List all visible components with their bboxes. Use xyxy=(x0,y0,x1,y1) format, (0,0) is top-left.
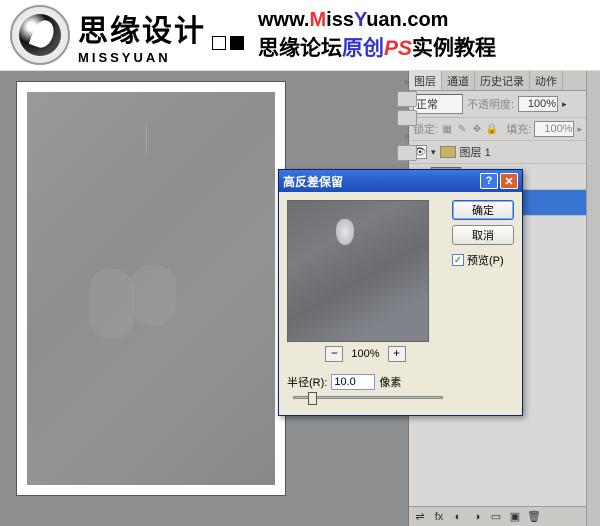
adjustment-icon[interactable]: ◑ xyxy=(470,510,484,524)
radius-input[interactable] xyxy=(331,374,375,390)
tagline-ps: PS xyxy=(384,37,412,60)
square-filled-icon xyxy=(230,36,244,50)
logo-cn: 思缘设计 xyxy=(78,6,206,50)
trash-icon[interactable]: 🗑 xyxy=(527,510,541,524)
zoom-value: 100% xyxy=(351,348,379,360)
url-mid2: uan xyxy=(366,9,402,31)
url-m: M xyxy=(309,9,326,31)
zoom-out-button[interactable]: − xyxy=(325,346,343,362)
preview-check-label: 预览(P) xyxy=(467,252,504,268)
preview-check-row: ✓ 预览(P) xyxy=(452,252,514,268)
highpass-dialog: 高反差保留 ? ✕ − 100% + 半径(R): 像素 xyxy=(278,169,523,416)
folder-icon xyxy=(440,146,456,158)
zoom-row: − 100% + xyxy=(287,342,444,370)
fill-label: 填充: xyxy=(506,121,531,137)
site-url: www.MissYuan.com xyxy=(258,9,496,32)
zoom-in-button[interactable]: + xyxy=(388,346,406,362)
lock-move-icon[interactable]: ✥ xyxy=(471,123,483,135)
photoshop-workspace: » » 图层 通道 历史记录 动作 正常 不透明度: 100% ▸ 锁定: ▦ … xyxy=(0,71,600,526)
layer-bottom-toolbar: ⇌ fx ◐ ◑ ▭ ▣ 🗑 xyxy=(409,506,586,526)
preview-checkbox[interactable]: ✓ xyxy=(452,254,464,266)
logo-en: MISSYUAN xyxy=(78,50,244,65)
chevron-expand-icon-2[interactable]: » xyxy=(404,131,410,142)
tagline-p1: 思缘论坛 xyxy=(258,37,342,60)
site-tagline: 思缘论坛原创PS实例教程 xyxy=(258,32,496,62)
logo-text-block: 思缘设计 MISSYUAN xyxy=(78,6,244,65)
opacity-flyout-icon[interactable]: ▸ xyxy=(562,99,567,110)
header-right: www.MissYuan.com 思缘论坛原创PS实例教程 xyxy=(258,9,496,62)
lock-row: 锁定: ▦ ✎ ✥ 🔒 填充: 100% ▸ xyxy=(409,118,586,141)
site-header: 思缘设计 MISSYUAN www.MissYuan.com 思缘论坛原创PS实… xyxy=(0,0,600,71)
group-icon[interactable]: ▭ xyxy=(489,510,503,524)
lock-transparent-icon[interactable]: ▦ xyxy=(441,123,453,135)
square-empty-icon xyxy=(212,36,226,50)
panel-collapse-strip[interactable] xyxy=(586,71,600,526)
logo-badge xyxy=(10,5,70,65)
radius-slider-row xyxy=(287,394,444,407)
dialog-titlebar[interactable]: 高反差保留 ? ✕ xyxy=(279,170,522,192)
radius-slider[interactable] xyxy=(293,396,443,399)
radius-row: 半径(R): 像素 xyxy=(287,370,444,394)
palette-btn-1[interactable] xyxy=(397,91,417,107)
photo-highpass xyxy=(27,92,275,485)
fx-icon[interactable]: fx xyxy=(432,510,446,524)
ok-button[interactable]: 确定 xyxy=(452,200,514,220)
cancel-button[interactable]: 取消 xyxy=(452,225,514,245)
lock-paint-icon[interactable]: ✎ xyxy=(456,123,468,135)
logo-squares xyxy=(212,36,244,50)
palette-btn-2[interactable] xyxy=(397,110,417,126)
url-mid1: iss xyxy=(326,9,354,31)
close-button[interactable]: ✕ xyxy=(500,173,518,189)
slider-thumb-icon[interactable] xyxy=(308,392,317,405)
url-suffix: .com xyxy=(402,9,449,31)
dialog-right: 确定 取消 ✓ 预览(P) xyxy=(452,200,514,407)
url-prefix: www. xyxy=(258,9,309,31)
radius-unit: 像素 xyxy=(379,374,401,390)
layer-group-name: 图层 1 xyxy=(460,144,491,160)
mask-icon[interactable]: ◐ xyxy=(451,510,465,524)
radius-label: 半径(R): xyxy=(287,374,327,390)
lock-all-icon[interactable]: 🔒 xyxy=(486,123,498,135)
blend-row: 正常 不透明度: 100% ▸ xyxy=(409,91,586,118)
document-canvas[interactable] xyxy=(16,81,286,496)
url-y: Y xyxy=(354,9,366,31)
new-layer-icon[interactable]: ▣ xyxy=(508,510,522,524)
help-button[interactable]: ? xyxy=(480,173,498,189)
opacity-field[interactable]: 100% xyxy=(518,96,558,112)
chevron-expand-icon[interactable]: » xyxy=(404,77,410,88)
logo-swirl xyxy=(19,14,61,56)
tab-channels[interactable]: 通道 xyxy=(442,71,475,90)
opacity-label: 不透明度: xyxy=(467,96,514,112)
dialog-title: 高反差保留 xyxy=(283,173,343,190)
palette-btn-3[interactable] xyxy=(397,145,417,161)
fill-flyout-icon[interactable]: ▸ xyxy=(577,124,582,135)
tagline-p2: 实例教程 xyxy=(412,37,496,60)
logo-cn-row: 思缘设计 xyxy=(78,6,244,50)
tagline-yc: 原创 xyxy=(342,37,384,60)
folder-toggle-icon[interactable]: ▾ xyxy=(431,147,436,158)
panel-tabs: 图层 通道 历史记录 动作 xyxy=(409,71,586,91)
filter-preview[interactable] xyxy=(287,200,429,342)
tab-actions[interactable]: 动作 xyxy=(530,71,563,90)
dialog-left: − 100% + 半径(R): 像素 xyxy=(287,200,444,407)
fill-field[interactable]: 100% xyxy=(534,121,574,137)
layer-group-row[interactable]: 👁 ▾ 图层 1 xyxy=(409,141,586,164)
tab-history[interactable]: 历史记录 xyxy=(475,71,530,90)
dialog-body: − 100% + 半径(R): 像素 确定 取消 xyxy=(279,192,522,415)
